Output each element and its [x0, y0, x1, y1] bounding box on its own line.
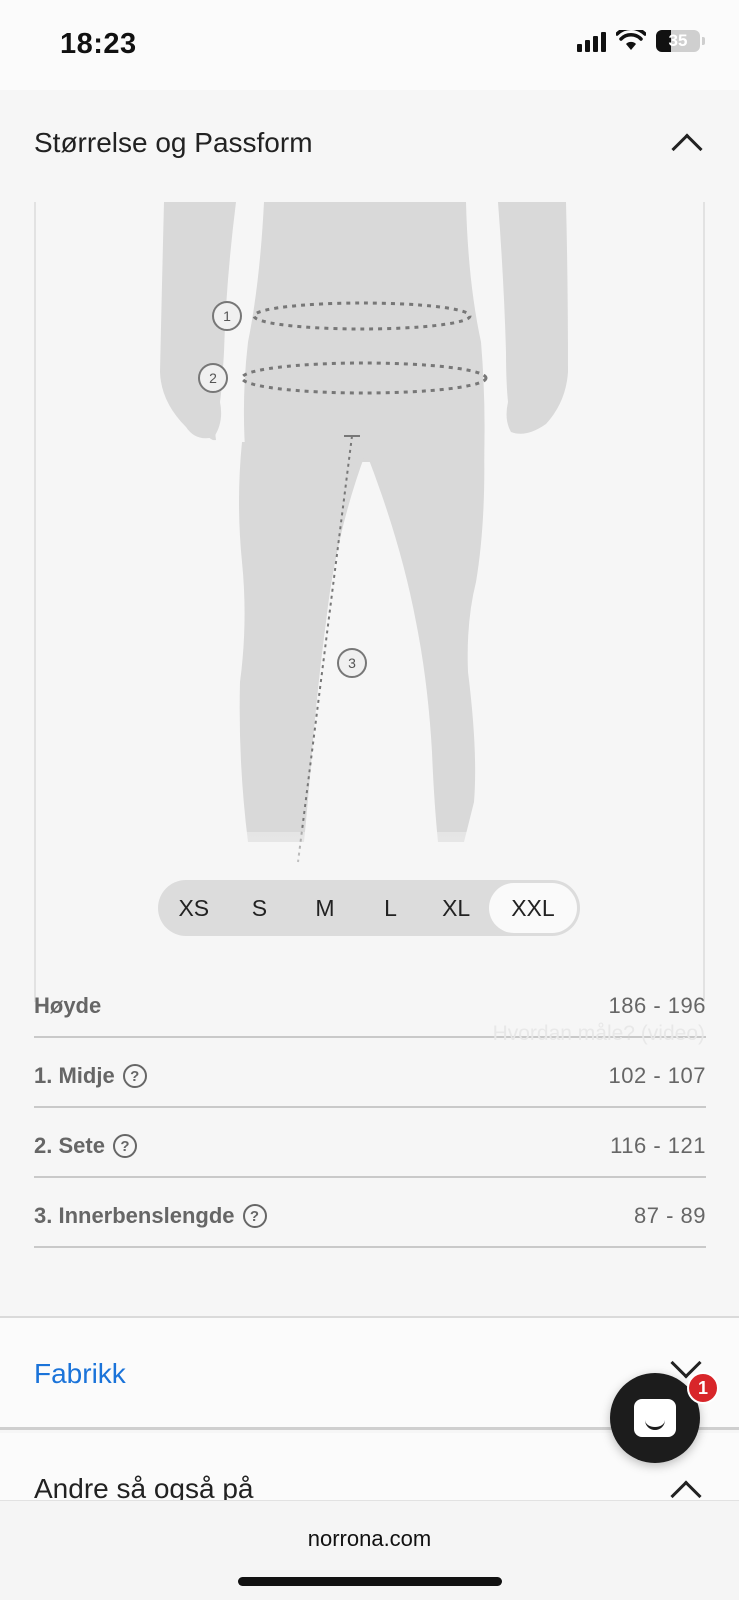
battery-icon: 35 — [656, 30, 700, 52]
status-time: 18:23 — [60, 28, 137, 60]
size-fit-title: Størrelse og Passform — [34, 127, 313, 158]
measurement-label: 2. Sete ? — [34, 1133, 137, 1159]
url-bar[interactable]: norrona.com — [0, 1526, 739, 1552]
battery-cap — [702, 37, 705, 45]
size-selector: XS S M L XL XXL — [158, 880, 580, 936]
measurement-value: 116 - 121 — [610, 1133, 706, 1158]
measurement-row-seat: 2. Sete ? 116 - 121 — [34, 1108, 706, 1178]
fabric-title[interactable]: Fabrikk — [34, 1358, 126, 1390]
status-icons: 35 — [577, 30, 705, 52]
measurement-label-text: 3. Innerbenslengde — [34, 1203, 235, 1228]
status-bar: 18:23 35 — [0, 0, 739, 90]
size-option-s[interactable]: S — [227, 883, 293, 933]
measurement-label-text: 2. Sete — [34, 1133, 105, 1158]
marker-3: 3 — [348, 655, 356, 671]
size-option-l[interactable]: L — [358, 883, 424, 933]
size-option-xs[interactable]: XS — [161, 883, 227, 933]
measurement-label-text: 1. Midje — [34, 1063, 115, 1088]
cellular-signal-icon — [577, 30, 606, 52]
browser-bottom-bar: norrona.com — [0, 1500, 739, 1600]
how-to-measure-link[interactable]: Hvordan måle? (video) — [493, 1022, 705, 1046]
wifi-icon — [616, 30, 646, 50]
measurement-value: 186 - 196 — [608, 993, 706, 1018]
measurement-label: 3. Innerbenslengde ? — [34, 1203, 267, 1229]
help-icon[interactable]: ? — [122, 1064, 147, 1088]
size-option-m[interactable]: M — [292, 883, 358, 933]
measurement-value: 102 - 107 — [608, 1063, 706, 1088]
help-icon[interactable]: ? — [242, 1204, 267, 1228]
marker-2: 2 — [209, 370, 217, 386]
marker-1: 1 — [223, 308, 231, 324]
measurement-row-inseam: 3. Innerbenslengde ? 87 - 89 — [34, 1178, 706, 1248]
measurement-label: Høyde — [34, 993, 101, 1019]
size-option-xl[interactable]: XL — [423, 883, 489, 933]
size-fit-header[interactable]: Størrelse og Passform — [34, 126, 706, 165]
chevron-up-icon[interactable] — [671, 133, 703, 165]
measurement-value: 87 - 89 — [634, 1203, 706, 1228]
help-icon[interactable]: ? — [112, 1134, 137, 1158]
size-option-xxl[interactable]: XXL — [488, 883, 577, 933]
measurement-table: Høyde 186 - 196 1. Midje ? 102 - 107 2. … — [34, 968, 706, 1248]
measurement-row-waist: 1. Midje ? 102 - 107 — [34, 1038, 706, 1108]
home-indicator[interactable] — [238, 1577, 502, 1586]
chat-badge: 1 — [687, 1372, 719, 1404]
chat-icon — [634, 1399, 676, 1437]
measurement-label-text: Høyde — [34, 993, 102, 1018]
measurement-label: 1. Midje ? — [34, 1063, 147, 1089]
battery-level: 35 — [668, 31, 688, 50]
